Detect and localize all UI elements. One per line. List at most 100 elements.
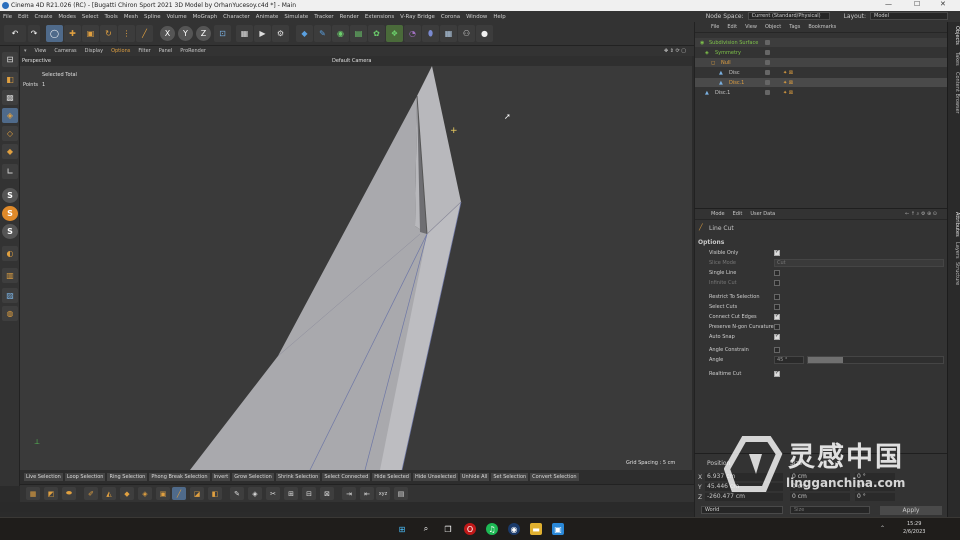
- single-line-checkbox[interactable]: [774, 270, 780, 276]
- live-selection-icon[interactable]: ◯: [46, 25, 63, 42]
- melt-icon[interactable]: ⊠: [320, 487, 334, 500]
- brush-tool-icon[interactable]: ✐: [84, 487, 98, 500]
- apply-button[interactable]: Apply: [880, 506, 942, 515]
- menu-edit[interactable]: Edit: [15, 14, 31, 20]
- opera-icon[interactable]: O: [464, 523, 476, 535]
- cinema4d-taskbar-icon[interactable]: ◉: [508, 523, 520, 535]
- menu-file[interactable]: File: [0, 14, 15, 20]
- undo-icon[interactable]: ↶: [4, 25, 26, 42]
- maximize-button[interactable]: ☐: [914, 0, 920, 8]
- search-icon[interactable]: ⌕: [420, 523, 432, 535]
- spotify-icon[interactable]: ♫: [486, 523, 498, 535]
- om-menu-bookmarks[interactable]: Bookmarks: [804, 24, 840, 30]
- realtime-cut-checkbox[interactable]: [774, 370, 780, 377]
- move-icon[interactable]: ✚: [64, 25, 81, 42]
- option-auto-snap[interactable]: Auto Snap: [695, 332, 948, 342]
- edges-mode-icon[interactable]: ◇: [2, 126, 18, 141]
- plane-cut-icon[interactable]: ◪: [190, 487, 204, 500]
- om-menu-view[interactable]: View: [741, 24, 761, 30]
- array-icon[interactable]: ▤: [350, 25, 367, 42]
- menu-simulate[interactable]: Simulate: [281, 14, 311, 20]
- scale-icon[interactable]: ▣: [82, 25, 99, 42]
- environment-icon[interactable]: ◔: [404, 25, 421, 42]
- tab-content-browser[interactable]: Content Browser: [949, 72, 960, 114]
- convert-selection-button[interactable]: Convert Selection: [530, 473, 579, 481]
- field-icon[interactable]: ❖: [386, 25, 403, 42]
- bridge-tool-icon[interactable]: ⬬: [62, 487, 76, 500]
- option-single-line[interactable]: Single Line: [695, 268, 948, 278]
- om-menu-tags[interactable]: Tags: [785, 24, 804, 30]
- knife-tool-icon[interactable]: ╱: [136, 25, 153, 42]
- loop-selection-button[interactable]: Loop Selection: [64, 473, 106, 481]
- tab-structure[interactable]: Structure: [949, 262, 960, 285]
- menu-mograph[interactable]: MoGraph: [190, 14, 220, 20]
- layout-select[interactable]: Model: [870, 12, 948, 20]
- coordinate-system-icon[interactable]: ⊡: [214, 25, 231, 42]
- menu-help[interactable]: Help: [490, 14, 508, 20]
- preserve-ngon-curvature-checkbox[interactable]: [774, 324, 780, 330]
- live-selection-button[interactable]: Live Selection: [24, 473, 63, 481]
- viewport-menu-display[interactable]: Display: [81, 48, 107, 54]
- visibility-toggle[interactable]: [765, 50, 770, 55]
- snap-icon[interactable]: S: [2, 188, 18, 203]
- system-tray-chevron-icon[interactable]: ⌃: [880, 525, 885, 532]
- align-normals-icon[interactable]: ▤: [394, 487, 408, 500]
- subdivision-surface-icon[interactable]: ◉: [332, 25, 349, 42]
- stitch-and-sew-icon[interactable]: ✂: [266, 487, 280, 500]
- object-row[interactable]: ◈ Symmetry: [695, 48, 948, 57]
- object-row[interactable]: ◉ Subdivision Surface: [695, 38, 948, 47]
- menu-spline[interactable]: Spline: [141, 14, 164, 20]
- hide-selected-button[interactable]: Hide Selected: [372, 473, 411, 481]
- visibility-toggle[interactable]: [765, 90, 770, 95]
- om-menu-object[interactable]: Object: [761, 24, 785, 30]
- recent-tools-icon[interactable]: ⋮: [118, 25, 135, 42]
- phong-break-selection-button[interactable]: Phong Break Selection: [149, 473, 210, 481]
- tab-takes[interactable]: Takes: [949, 52, 960, 66]
- menu-vray-bridge[interactable]: V-Ray Bridge: [397, 14, 438, 20]
- menu-modes[interactable]: Modes: [55, 14, 79, 20]
- option-preserve-ngon-curvature[interactable]: Preserve N-gon Curvature: [695, 322, 948, 332]
- option-angle[interactable]: Angle 45 °: [695, 355, 948, 365]
- make-editable-icon[interactable]: ⊟: [2, 52, 18, 67]
- option-restrict-to-selection[interactable]: Restrict To Selection: [695, 292, 948, 302]
- polygons-mode-icon[interactable]: ◆: [2, 144, 18, 159]
- menu-tools[interactable]: Tools: [102, 14, 121, 20]
- object-row[interactable]: ▲ Disc ✦ ⊠: [695, 68, 948, 77]
- render-to-picture-viewer-icon[interactable]: ▶: [254, 25, 271, 42]
- option-angle-constrain[interactable]: Angle Constrain: [695, 345, 948, 355]
- menu-tracker[interactable]: Tracker: [311, 14, 336, 20]
- visibility-toggle[interactable]: [765, 60, 770, 65]
- matrix-extrude-icon[interactable]: ▣: [156, 487, 170, 500]
- perspective-viewport[interactable]: Perspective Default Camera Selected Tota…: [20, 56, 692, 470]
- viewport-menu-cameras[interactable]: Cameras: [50, 48, 80, 54]
- camera-icon[interactable]: ⚇: [458, 25, 475, 42]
- slide-icon[interactable]: ◈: [248, 487, 262, 500]
- angle-slider[interactable]: [807, 356, 944, 364]
- menu-corona[interactable]: Corona: [438, 14, 463, 20]
- menu-character[interactable]: Character: [220, 14, 253, 20]
- tweak-mode-icon[interactable]: ▨: [2, 288, 18, 303]
- split-icon[interactable]: ⇤: [360, 487, 374, 500]
- select-connected-button[interactable]: Select Connected: [322, 473, 371, 481]
- hide-unselected-button[interactable]: Hide Unselected: [412, 473, 458, 481]
- node-space-select[interactable]: Current (Standard/Physical): [747, 12, 830, 20]
- am-navigation-icons[interactable]: ← ↑ ⌕ ⚙ ⊕ ⊙: [901, 211, 941, 217]
- unhide-all-button[interactable]: Unhide All: [459, 473, 490, 481]
- visibility-toggle[interactable]: [765, 40, 770, 45]
- om-menu-file[interactable]: File: [707, 24, 723, 30]
- mesh-wing-geometry[interactable]: [20, 56, 692, 470]
- axis-mode-icon[interactable]: ▥: [2, 268, 18, 283]
- am-menu-mode[interactable]: Mode: [707, 211, 729, 217]
- array-tool-icon[interactable]: ▦: [26, 487, 40, 500]
- xyz-mirror-icon[interactable]: xyz: [376, 487, 390, 500]
- angle-constrain-checkbox[interactable]: [774, 347, 780, 353]
- tag-icon[interactable]: ✦ ⊠: [783, 70, 793, 76]
- menu-render[interactable]: Render: [337, 14, 362, 20]
- object-row[interactable]: ▲ Disc.1 ✦ ⊠: [695, 88, 948, 97]
- redo-icon[interactable]: ↷: [28, 25, 40, 42]
- floor-icon[interactable]: ▦: [440, 25, 457, 42]
- visibility-toggle[interactable]: [765, 70, 770, 75]
- menu-volume[interactable]: Volume: [164, 14, 190, 20]
- quantize-icon[interactable]: S: [2, 224, 18, 239]
- points-mode-icon[interactable]: ◈: [2, 108, 18, 123]
